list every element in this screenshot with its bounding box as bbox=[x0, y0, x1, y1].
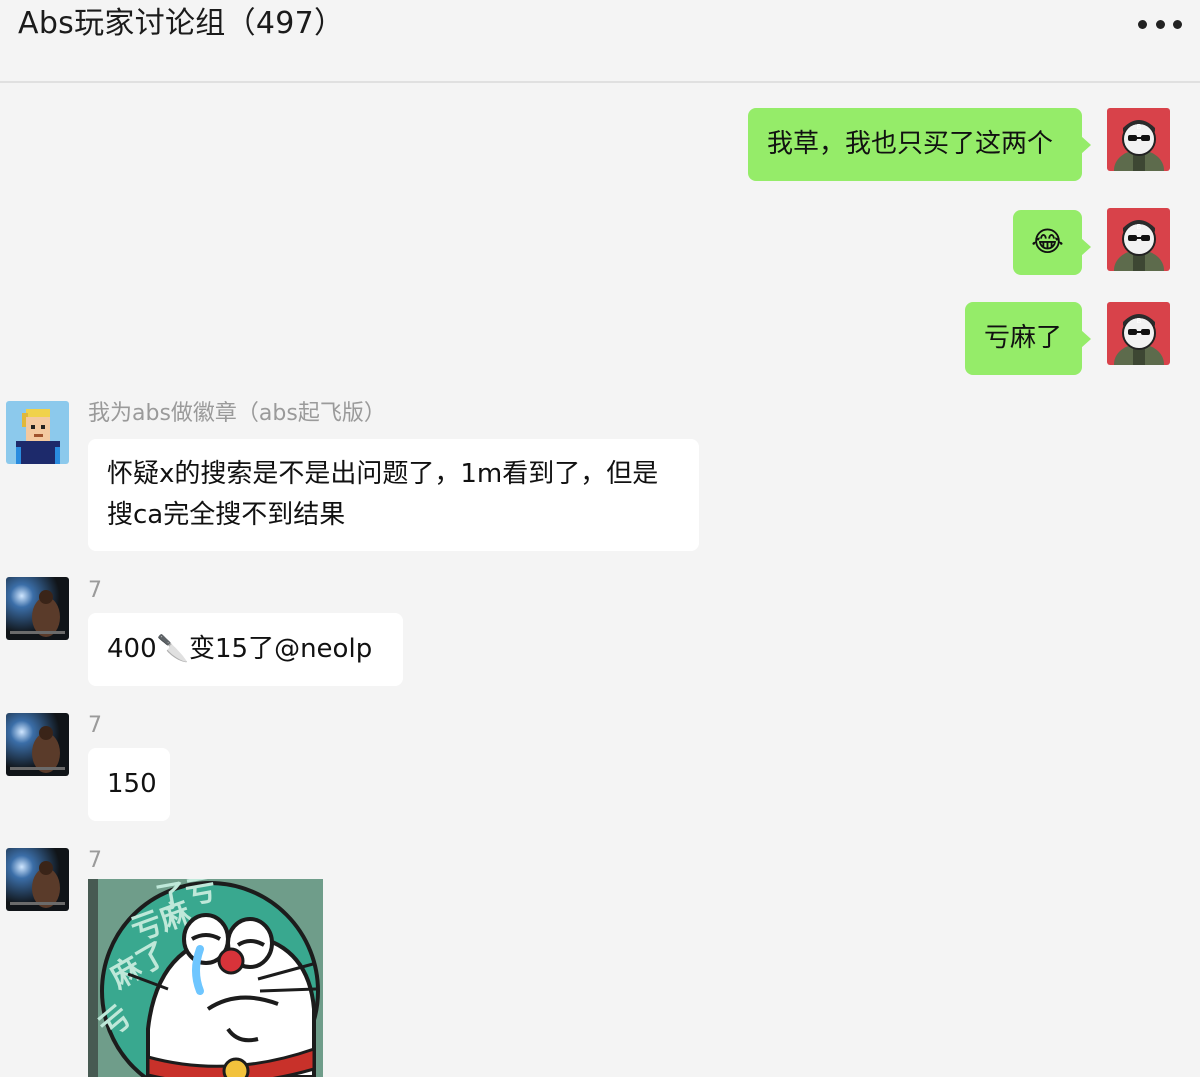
message-bubble-self[interactable]: 亏麻了 bbox=[965, 302, 1091, 375]
svg-text:B: B bbox=[1137, 317, 1142, 325]
message-text-line-2: 搜ca完全搜不到结果 bbox=[107, 500, 346, 530]
message-bubble-other[interactable]: 怀疑x的搜索是不是出问题了，1m看到了，但是 搜ca完全搜不到结果 bbox=[88, 439, 699, 551]
message-bubble-other[interactable]: 400🔪变15了@neolp bbox=[88, 613, 403, 686]
sender-name: 7 bbox=[88, 848, 102, 873]
dark-figure-avatar-image bbox=[6, 848, 69, 911]
message-bubble-self[interactable]: 😂 bbox=[1013, 210, 1091, 275]
avatar[interactable]: B bbox=[1107, 208, 1170, 271]
chat-title: Abs玩家讨论组（497） bbox=[18, 6, 345, 41]
avatar[interactable] bbox=[6, 577, 69, 640]
message-text: 亏麻了 bbox=[984, 323, 1063, 353]
avatar[interactable] bbox=[6, 848, 69, 911]
sender-name: 7 bbox=[88, 713, 102, 738]
avatar[interactable]: B bbox=[1107, 108, 1170, 171]
avatar[interactable]: B bbox=[1107, 302, 1170, 365]
sender-name: 7 bbox=[88, 578, 102, 603]
message-bubble-self[interactable]: 我草，我也只买了这两个 bbox=[748, 108, 1091, 181]
dark-figure-avatar-image bbox=[6, 713, 69, 776]
laughing-tears-emoji: 😂 bbox=[1031, 225, 1064, 258]
message-bubble-other[interactable]: 150 bbox=[88, 748, 170, 821]
avatar[interactable] bbox=[6, 401, 69, 464]
dark-figure-avatar-image bbox=[6, 577, 69, 640]
self-avatar-image: B bbox=[1107, 108, 1170, 171]
self-avatar-image: B bbox=[1107, 208, 1170, 271]
message-text: 400🔪变15了@neolp bbox=[107, 634, 373, 664]
self-avatar-image: B bbox=[1107, 302, 1170, 365]
pixel-avatar-image bbox=[6, 401, 69, 464]
more-dots-icon[interactable] bbox=[1138, 14, 1182, 34]
message-text: 150 bbox=[107, 769, 157, 799]
svg-text:B: B bbox=[1137, 223, 1142, 231]
chat-header: Abs玩家讨论组（497） bbox=[0, 0, 1200, 83]
message-text: 我草，我也只买了这两个 bbox=[767, 129, 1054, 159]
message-text-line-1: 怀疑x的搜索是不是出问题了，1m看到了，但是 bbox=[107, 459, 659, 489]
sticker-crying-cat-image[interactable]: 亏麻 麻了 了亏 亏 bbox=[88, 879, 323, 1077]
sender-name: 我为abs做徽章（abs起飞版） bbox=[88, 401, 386, 426]
svg-text:B: B bbox=[1137, 123, 1142, 131]
avatar[interactable] bbox=[6, 713, 69, 776]
